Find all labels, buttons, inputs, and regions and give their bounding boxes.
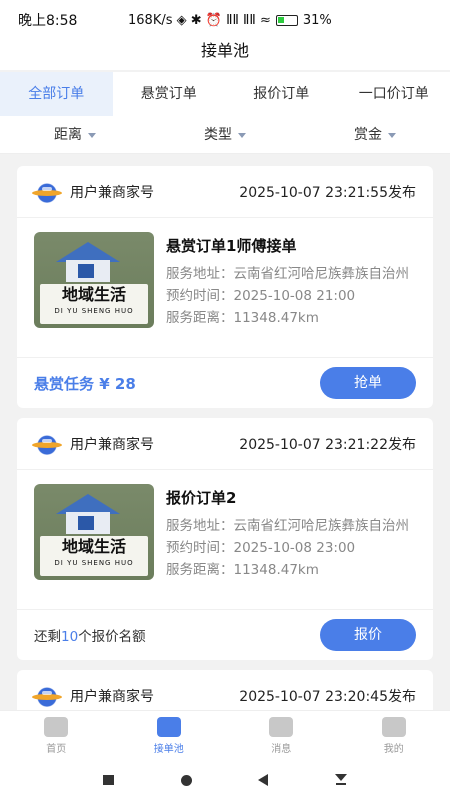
brand-logo: 地域生活 DI YU SHENG HUO <box>40 284 148 324</box>
quota-prefix: 还剩 <box>34 629 61 645</box>
battery-icon <box>275 14 298 26</box>
order-title: 报价订单2 <box>166 489 237 507</box>
quota-suffix: 个报价名额 <box>78 629 146 645</box>
brand-logo: 地域生活 DI YU SHENG HUO <box>40 536 148 576</box>
order-card-header: 用户兼商家号 2025-10-07 23:20:45发布 <box>17 670 433 710</box>
service-distance: 服务距离：11348.47km <box>166 310 319 326</box>
tabbar-order-pool[interactable]: 接单池 <box>113 711 226 760</box>
filter-reward-label: 赏金 <box>354 127 382 143</box>
tabbar-mine[interactable]: 我的 <box>338 711 450 760</box>
tab-quote-orders[interactable]: 报价订单 <box>225 72 338 116</box>
tab-all-orders[interactable]: 全部订单 <box>0 72 113 116</box>
house-logo-icon <box>56 494 120 534</box>
brand-logo-en: DI YU SHENG HUO <box>54 307 134 315</box>
posted-time: 2025-10-07 23:21:55发布 <box>239 184 416 201</box>
order-card-footer: 悬赏任务 ¥ 28 抢单 <box>17 358 433 408</box>
shop-icon <box>44 717 69 737</box>
order-thumbnail: 地域生活 DI YU SHENG HUO <box>34 232 154 328</box>
quote-button[interactable]: 报价 <box>320 619 416 651</box>
merchant-avatar-icon <box>32 180 62 203</box>
merchant-name: 用户兼商家号 <box>70 688 154 705</box>
filter-type[interactable]: 类型 <box>150 116 300 153</box>
tabbar-order-pool-label: 接单池 <box>153 744 184 755</box>
tabbar-home[interactable]: 首页 <box>0 711 113 760</box>
order-thumbnail: 地域生活 DI YU SHENG HUO <box>34 484 154 580</box>
order-card-header: 用户兼商家号 2025-10-07 23:21:55发布 <box>17 166 433 218</box>
order-card-header: 用户兼商家号 2025-10-07 23:21:22发布 <box>17 418 433 470</box>
service-distance: 服务距离：11348.47km <box>166 562 319 578</box>
reward-amount: 悬赏任务 ¥ 28 <box>34 374 136 393</box>
order-info: 悬赏订单1师傅接单 服务地址：云南省红河哈尼族彝族自治州 预约时间：2025-1… <box>166 232 416 343</box>
status-bar: 晚上8:58 168K/s ◈ ✱ ⏰ ⅡⅡ ⅡⅡ ≈ 31% <box>0 0 450 40</box>
tabbar-mine-label: 我的 <box>383 744 404 755</box>
tab-reward-orders[interactable]: 悬赏订单 <box>113 72 226 116</box>
order-card[interactable]: 用户兼商家号 2025-10-07 23:21:22发布 地域生活 DI YU … <box>17 418 433 660</box>
system-nav-bar <box>0 760 450 800</box>
appointment-time: 预约时间：2025-10-08 23:00 <box>166 540 356 556</box>
order-card-body: 地域生活 DI YU SHENG HUO 悬赏订单1师傅接单 服务地址：云南省红… <box>17 218 433 358</box>
order-list[interactable]: 用户兼商家号 2025-10-07 23:21:55发布 地域生活 DI YU … <box>0 158 450 710</box>
page-title: 接单池 <box>0 40 450 70</box>
appointment-time: 预约时间：2025-10-08 21:00 <box>166 288 356 304</box>
order-info: 报价订单2 服务地址：云南省红河哈尼族彝族自治州 预约时间：2025-10-08… <box>166 484 416 595</box>
posted-time: 2025-10-07 23:21:22发布 <box>239 436 416 453</box>
merchant-name: 用户兼商家号 <box>70 184 154 201</box>
caret-down-icon <box>88 132 96 138</box>
quote-quota: 还剩10个报价名额 <box>34 625 146 645</box>
caret-down-icon <box>238 132 246 138</box>
recents-icon[interactable] <box>103 775 115 785</box>
order-card-footer: 还剩10个报价名额 报价 <box>17 610 433 660</box>
bottom-tab-bar: 首页 接单池 消息 我的 <box>0 710 450 760</box>
brand-logo-cn: 地域生活 <box>61 285 126 304</box>
service-address: 服务地址：云南省红河哈尼族彝族自治州 <box>166 518 409 534</box>
house-logo-icon <box>56 242 120 282</box>
merchant-avatar-icon <box>32 432 62 455</box>
tabbar-messages-label: 消息 <box>271 744 292 755</box>
order-card[interactable]: 用户兼商家号 2025-10-07 23:21:55发布 地域生活 DI YU … <box>17 166 433 408</box>
merchant-name: 用户兼商家号 <box>70 436 154 453</box>
status-time: 晚上8:58 <box>18 13 78 29</box>
filter-bar: 距离 类型 赏金 <box>0 116 450 154</box>
posted-time: 2025-10-07 23:20:45发布 <box>239 688 416 705</box>
status-indicators: 168K/s ◈ ✱ ⏰ ⅡⅡ ⅡⅡ ≈ 31% <box>128 13 432 28</box>
hide-nav-icon[interactable] <box>334 774 347 786</box>
tab-fixed-price-orders[interactable]: 一口价订单 <box>338 72 450 116</box>
battery-level: 31% <box>302 12 332 28</box>
brand-logo-cn: 地域生活 <box>61 537 126 556</box>
quota-number: 10 <box>61 629 79 645</box>
status-icons: 168K/s ◈ ✱ ⏰ ⅡⅡ ⅡⅡ ≈ <box>128 12 271 28</box>
filter-distance[interactable]: 距离 <box>0 116 150 153</box>
order-tabs: 全部订单 悬赏订单 报价订单 一口价订单 <box>0 72 450 116</box>
order-card[interactable]: 用户兼商家号 2025-10-07 23:20:45发布 <box>17 670 433 710</box>
home-icon[interactable] <box>180 774 192 786</box>
tabbar-home-label: 首页 <box>46 744 67 755</box>
back-icon[interactable] <box>258 774 269 786</box>
grab-order-button[interactable]: 抢单 <box>320 367 416 399</box>
merchant-avatar-icon <box>32 684 62 707</box>
order-title: 悬赏订单1师傅接单 <box>166 237 297 255</box>
filter-type-label: 类型 <box>204 127 232 143</box>
filter-reward[interactable]: 赏金 <box>300 116 450 153</box>
service-address: 服务地址：云南省红河哈尼族彝族自治州 <box>166 266 409 282</box>
message-icon <box>269 717 294 737</box>
filter-distance-label: 距离 <box>54 127 82 143</box>
user-icon <box>381 717 406 737</box>
order-check-icon <box>156 717 181 737</box>
caret-down-icon <box>388 132 396 138</box>
brand-logo-en: DI YU SHENG HUO <box>54 559 134 567</box>
tabbar-messages[interactable]: 消息 <box>225 711 338 760</box>
order-card-body: 地域生活 DI YU SHENG HUO 报价订单2 服务地址：云南省红河哈尼族… <box>17 470 433 610</box>
